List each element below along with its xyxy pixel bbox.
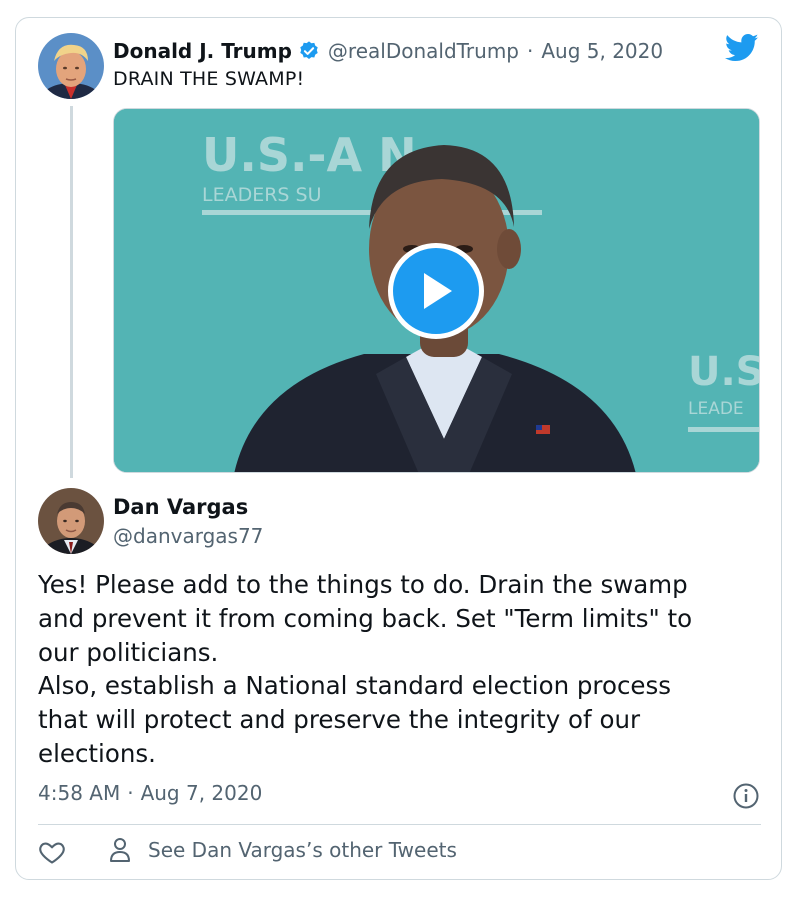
- tweet-card: Donald J. Trump @realDonaldTrump · Aug 5…: [15, 17, 782, 880]
- reply-text-line: Also, establish a National standard elec…: [38, 671, 672, 701]
- see-other-tweets-link[interactable]: See Dan Vargas’s other Tweets: [108, 836, 457, 864]
- reply-author-handle[interactable]: @danvargas77: [113, 524, 263, 548]
- reply-date: Aug 7, 2020: [140, 781, 263, 805]
- info-icon[interactable]: [732, 782, 760, 810]
- backdrop-subtitle: LEADERS SU: [202, 184, 322, 206]
- person-icon: [108, 836, 132, 864]
- separator-dot: ·: [127, 781, 134, 805]
- thread-line: [70, 106, 73, 478]
- reply-text-line: that will protect and preserve the integ…: [38, 705, 641, 735]
- verified-icon: [298, 40, 320, 62]
- reply-text-line: Yes! Please add to the things to do. Dra…: [38, 570, 688, 599]
- reply-text-line: and prevent it from coming back. Set "Te…: [38, 603, 693, 633]
- video-thumbnail[interactable]: U.S.-A N LEADERS SU U.S LEADE: [113, 108, 760, 473]
- reply-author-name[interactable]: Dan Vargas: [113, 495, 248, 519]
- quoted-author-handle[interactable]: @realDonaldTrump: [328, 39, 519, 63]
- backdrop-right-title: U.S: [688, 349, 760, 395]
- reply-time: 4:58 AM: [38, 781, 121, 805]
- reply-text-line: elections.: [38, 738, 156, 768]
- reply-text-line: our politicians.: [38, 637, 219, 667]
- backdrop-title: U.S.-A N: [202, 128, 417, 182]
- play-button[interactable]: [388, 243, 484, 339]
- reply-text: Yes! Please add to the things to do. Dra…: [38, 568, 768, 771]
- reply-timestamp[interactable]: 4:58 AM · Aug 7, 2020: [38, 781, 262, 805]
- backdrop-right-subtitle: LEADE: [688, 399, 744, 419]
- quoted-author-name[interactable]: Donald J. Trump: [113, 39, 292, 63]
- quoted-text: DRAIN THE SWAMP!: [113, 68, 305, 90]
- reply-avatar[interactable]: [38, 488, 104, 554]
- divider: [38, 824, 761, 825]
- quoted-date[interactable]: Aug 5, 2020: [541, 39, 663, 63]
- see-other-tweets-label: See Dan Vargas’s other Tweets: [148, 838, 457, 862]
- heart-icon[interactable]: [38, 838, 66, 866]
- quoted-header: Donald J. Trump @realDonaldTrump · Aug 5…: [113, 36, 663, 66]
- play-icon: [416, 269, 456, 313]
- twitter-logo-icon[interactable]: [724, 33, 759, 63]
- quoted-avatar[interactable]: [38, 33, 104, 99]
- separator-dot: ·: [527, 39, 534, 63]
